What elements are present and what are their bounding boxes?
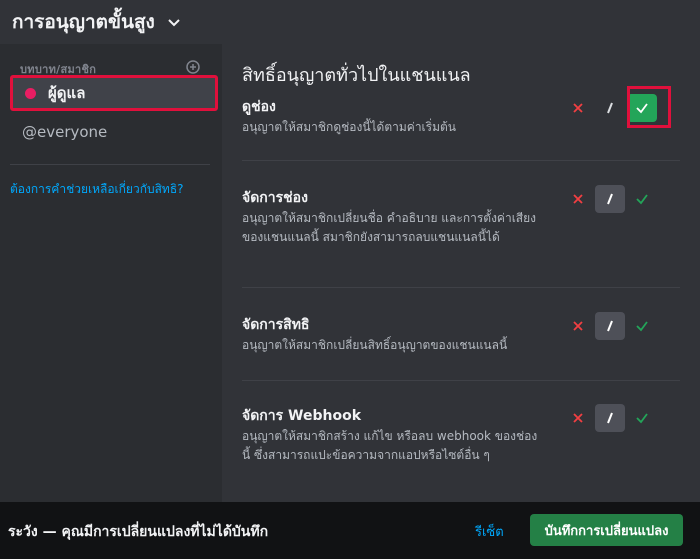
permission-desc: อนุญาตให้สมาชิกสร้าง แก้ไข หรือลบ webhoo… [242, 429, 538, 462]
deny-button[interactable] [563, 94, 593, 122]
role-item-everyone[interactable]: @everyone [10, 114, 218, 150]
sidebar: บทบาท/สมาชิก ผู้ดูแล @everyone ต้องการคำ… [0, 44, 222, 559]
permission-toggle-manage-channel [563, 185, 659, 213]
x-icon [573, 103, 583, 113]
main-panel: สิทธิ์อนุญาตทั่วไปในแชนแนล ดูช่อง อนุญาต… [222, 44, 700, 559]
section-title: สิทธิ์อนุญาตทั่วไปในแชนแนล [242, 65, 471, 86]
unsaved-message: ระวัง — คุณมีการเปลี่ยนแปลงที่ไม่ได้บันท… [8, 524, 269, 540]
slash-icon [607, 193, 613, 205]
permission-name: จัดการ Webhook [242, 408, 361, 424]
add-role-icon[interactable] [186, 60, 200, 74]
permission-toggle-manage-webhooks [563, 404, 659, 432]
slash-icon [607, 412, 613, 424]
permission-name: จัดการช่อง [242, 190, 308, 206]
permission-desc: อนุญาตให้สมาชิกเปลี่ยนชื่อ คำอธิบาย และก… [242, 211, 537, 244]
slash-icon [607, 102, 613, 114]
deny-button[interactable] [563, 185, 593, 213]
slash-icon [607, 320, 613, 332]
x-icon [573, 413, 583, 423]
header: การอนุญาตขั้นสูง [0, 0, 700, 44]
chevron-down-icon[interactable] [167, 15, 181, 29]
unsaved-changes-bar: ระวัง — คุณมีการเปลี่ยนแปลงที่ไม่ได้บันท… [0, 502, 700, 559]
permission-name: จัดการสิทธิ [242, 317, 310, 333]
role-label: ผู้ดูแล [48, 84, 86, 102]
permission-divider [242, 380, 680, 381]
highlight-box [627, 86, 671, 128]
check-icon [636, 413, 648, 424]
permission-divider [242, 160, 680, 161]
allow-button[interactable] [627, 312, 657, 340]
neutral-button[interactable] [595, 404, 625, 432]
x-icon [573, 321, 583, 331]
permission-toggle-manage-permissions [563, 312, 659, 340]
x-icon [573, 194, 583, 204]
neutral-button[interactable] [595, 185, 625, 213]
save-changes-button[interactable]: บันทึกการเปลี่ยนแปลง [530, 514, 683, 546]
page-title: การอนุญาตขั้นสูง [12, 11, 155, 33]
permission-divider [242, 287, 680, 288]
deny-button[interactable] [563, 404, 593, 432]
allow-button[interactable] [627, 185, 657, 213]
help-link[interactable]: ต้องการคำช่วยเหลือเกี่ยวกับสิทธิ? [10, 180, 184, 199]
role-color-dot [25, 87, 36, 99]
roles-header: บทบาท/สมาชิก [20, 60, 212, 76]
check-icon [636, 321, 648, 332]
sidebar-divider [10, 164, 210, 165]
deny-button[interactable] [563, 312, 593, 340]
neutral-button[interactable] [595, 94, 625, 122]
allow-button[interactable] [627, 404, 657, 432]
check-icon [636, 194, 648, 205]
permission-name: ดูช่อง [242, 99, 276, 115]
role-item-admin[interactable]: ผู้ดูแล [10, 75, 218, 111]
role-label: @everyone [22, 123, 108, 141]
neutral-button[interactable] [595, 312, 625, 340]
reset-button[interactable]: รีเซ็ต [475, 521, 504, 542]
permission-desc: อนุญาตให้สมาชิกดูช่องนี้ได้ตามค่าเริ่มต้… [242, 120, 457, 134]
permission-desc: อนุญาตให้สมาชิกเปลี่ยนสิทธิ์อนุญาตของแชน… [242, 338, 508, 352]
